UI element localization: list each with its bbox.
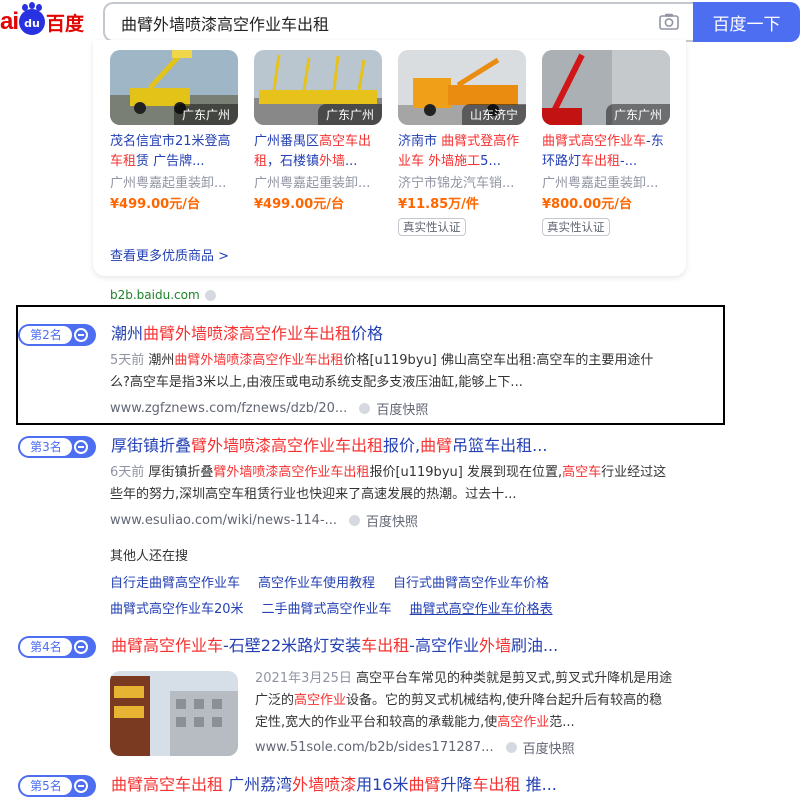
product-title[interactable]: 茂名信宜市21米登高车租赁 广告牌...	[110, 132, 238, 172]
related-search-link[interactable]: 高空作业车使用教程	[258, 572, 375, 591]
product-image[interactable]: 广东广州	[254, 50, 382, 125]
product-price: ¥11.85万/件	[398, 197, 479, 212]
source-line: b2b.baidu.com	[110, 288, 216, 302]
source-url[interactable]: b2b.baidu.com	[110, 288, 200, 302]
product-item[interactable]: 广东广州 茂名信宜市21米登高车租赁 广告牌... 广州粤嘉起重装卸... ¥4…	[110, 50, 238, 216]
product-company: 广州粤嘉起重装卸...	[110, 176, 227, 191]
product-company: 广州粤嘉起重装卸...	[542, 176, 659, 191]
rank-badge: 第5名	[18, 775, 96, 797]
info-icon[interactable]	[349, 515, 361, 526]
product-image[interactable]: 广东广州	[110, 50, 238, 125]
related-search-link[interactable]: 自行式曲臂高空作业车价格	[393, 572, 549, 591]
related-search-link[interactable]: 自行走曲臂高空作业车	[110, 572, 240, 591]
result-snippet: 2021年3月25日 高空平台车常见的种类就是剪叉式,剪叉式升降机是用途广泛的高…	[255, 671, 673, 730]
product-location: 广东广州	[317, 104, 382, 125]
product-price: ¥499.00元/台	[110, 197, 200, 212]
info-icon[interactable]	[505, 742, 517, 753]
product-item[interactable]: 广东广州 曲臂式高空作业车-东环路灯车出租-... 广州粤嘉起重装卸... ¥8…	[542, 50, 670, 236]
product-card: 广东广州 茂名信宜市21米登高车租赁 广告牌... 广州粤嘉起重装卸... ¥4…	[93, 40, 686, 276]
baidu-swirl-icon	[74, 328, 88, 342]
cache-link[interactable]: 百度快照	[376, 399, 428, 418]
related-row: 曲臂式高空作业车20米 二手曲臂式高空作业车 曲臂式高空作业车价格表	[110, 598, 553, 617]
cert-badge: 真实性认证	[542, 218, 610, 236]
result-title[interactable]: 潮州曲臂外墙喷漆高空作业车出租价格	[111, 323, 383, 345]
result-url[interactable]: www.51sole.com/b2b/sides171287... 百度快照	[255, 738, 575, 757]
related-row: 自行走曲臂高空作业车 高空作业车使用教程 自行式曲臂高空作业车价格	[110, 572, 549, 591]
baidu-swirl-icon	[74, 640, 88, 654]
header: ai du 百度 百度一下	[0, 0, 800, 42]
logo-text-name: 百度	[46, 12, 85, 35]
product-image[interactable]: 广东广州	[542, 50, 670, 125]
product-location: 广东广州	[605, 104, 670, 125]
rank-badge: 第4名	[18, 636, 96, 658]
cert-badge: 真实性认证	[398, 218, 466, 236]
baidu-logo[interactable]: ai du 百度	[0, 4, 85, 36]
product-item[interactable]: 广东广州 广州番禺区高空车出租，石楼镇外墙... 广州粤嘉起重装卸... ¥49…	[254, 50, 382, 216]
related-heading: 其他人还在搜	[110, 549, 189, 564]
product-company: 济宁市锦龙汽车销...	[398, 176, 515, 191]
info-icon[interactable]	[359, 403, 371, 414]
product-title[interactable]: 济南市 曲臂式登高作业车 外墙施工5...	[398, 132, 526, 172]
search-box	[103, 2, 693, 42]
rank-badge: 第3名	[18, 436, 96, 458]
related-search-link[interactable]: 曲臂式高空作业车价格表	[410, 598, 553, 617]
product-price: ¥800.00元/台	[542, 197, 632, 212]
result-snippet: 6天前 厚街镇折叠臂外墙喷漆高空作业车出租报价[u119byu] 发展到现在位置…	[110, 465, 667, 502]
baidu-swirl-icon	[74, 779, 88, 793]
product-company: 广州粤嘉起重装卸...	[254, 176, 371, 191]
product-title[interactable]: 曲臂式高空作业车-东环路灯车出租-...	[542, 132, 670, 172]
camera-icon[interactable]	[659, 13, 679, 30]
result-url[interactable]: www.zgfznews.com/fznews/dzb/20... 百度快照	[110, 399, 428, 418]
rank-badge: 第2名	[18, 324, 96, 346]
info-icon[interactable]	[204, 289, 216, 301]
result-snippet: 5天前 潮州曲臂外墙喷漆高空作业车出租价格[u119byu] 佛山高空车出租:高…	[110, 353, 654, 390]
product-location: 广东广州	[173, 104, 238, 125]
result-title[interactable]: 厚街镇折叠臂外墙喷漆高空作业车出租报价,曲臂吊篮车出租...	[111, 435, 547, 457]
result-title[interactable]: 曲臂高空车出租 广州荔湾外墙喷漆用16米曲臂升降车出租 推...	[111, 774, 557, 796]
logo-text-ai: ai	[0, 8, 19, 35]
related-search-link[interactable]: 二手曲臂式高空作业车	[262, 598, 392, 617]
product-image[interactable]: 山东济宁	[398, 50, 526, 125]
more-products-link[interactable]: 查看更多优质商品 >	[110, 245, 229, 264]
product-title[interactable]: 广州番禺区高空车出租，石楼镇外墙...	[254, 132, 382, 172]
search-button[interactable]: 百度一下	[693, 2, 800, 42]
cache-link[interactable]: 百度快照	[366, 511, 418, 530]
product-item[interactable]: 山东济宁 济南市 曲臂式登高作业车 外墙施工5... 济宁市锦龙汽车销... ¥…	[398, 50, 526, 236]
related-search-link[interactable]: 曲臂式高空作业车20米	[110, 598, 244, 617]
paw-icon: du	[19, 4, 46, 35]
product-location: 山东济宁	[461, 104, 526, 125]
product-price: ¥499.00元/台	[254, 197, 344, 212]
cache-link[interactable]: 百度快照	[523, 738, 575, 757]
search-input[interactable]	[121, 12, 641, 34]
result-title[interactable]: 曲臂高空作业车-石壁22米路灯安装车出租-高空作业外墙刷油...	[111, 635, 558, 657]
baidu-swirl-icon	[74, 440, 88, 454]
result-image[interactable]	[110, 671, 238, 756]
result-url[interactable]: www.esuliao.com/wiki/news-114-... 百度快照	[110, 511, 418, 530]
